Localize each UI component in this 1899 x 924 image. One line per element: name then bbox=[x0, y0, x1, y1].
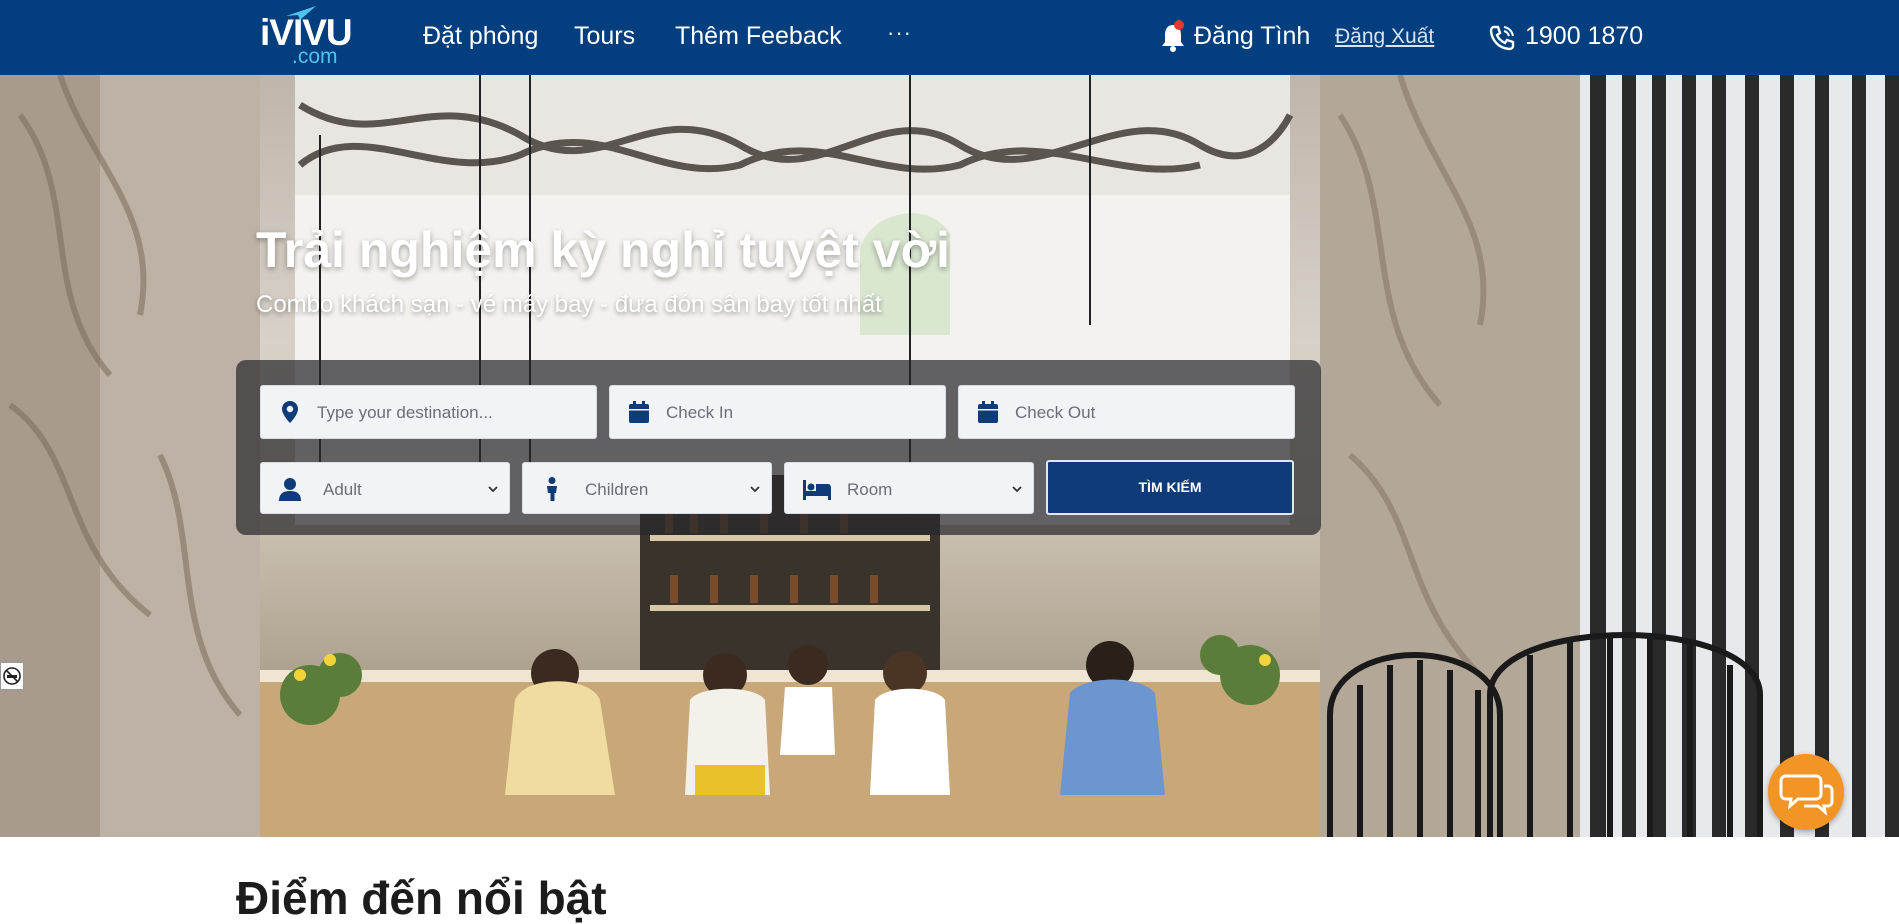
logo-sub-text: .com bbox=[292, 45, 338, 68]
hero-title: Trải nghiệm kỳ nghỉ tuyệt vời bbox=[256, 222, 951, 278]
chat-icon bbox=[1779, 774, 1834, 816]
nav-item-dat-phong[interactable]: Đặt phòng bbox=[423, 22, 538, 51]
logout-link[interactable]: Đăng Xuất bbox=[1335, 25, 1434, 49]
nav-item-feedback[interactable]: Thêm Feeback bbox=[675, 22, 842, 51]
room-select[interactable]: Room bbox=[784, 462, 1034, 514]
chevron-down-icon bbox=[750, 486, 760, 493]
ivivu-logo[interactable]: iVIVU .com bbox=[260, 4, 355, 70]
chevron-down-icon bbox=[488, 486, 498, 493]
destination-placeholder: Type your destination... bbox=[317, 403, 493, 422]
calendar-icon bbox=[629, 401, 649, 423]
top-navbar: iVIVU .com Đặt phòng Tours Thêm Feeback … bbox=[0, 0, 1899, 75]
children-label: Children bbox=[585, 480, 649, 499]
room-label: Room bbox=[847, 480, 893, 499]
check-in-placeholder: Check In bbox=[666, 403, 734, 422]
user-icon bbox=[279, 478, 301, 501]
destination-field[interactable]: Type your destination... bbox=[260, 385, 597, 439]
check-in-field[interactable]: Check In bbox=[609, 385, 946, 439]
children-select[interactable]: Children bbox=[522, 462, 772, 514]
hero-subtitle: Combo khách sạn - vé máy bay - đưa đón s… bbox=[256, 291, 882, 318]
map-marker-icon bbox=[282, 401, 298, 423]
check-out-field[interactable]: Check Out bbox=[958, 385, 1295, 439]
nav-item-tours[interactable]: Tours bbox=[574, 22, 635, 51]
child-icon bbox=[547, 477, 557, 501]
adult-label: Adult bbox=[323, 480, 362, 499]
adult-select[interactable]: Adult bbox=[260, 462, 510, 514]
search-button[interactable]: TÌM KIẾM bbox=[1046, 460, 1294, 515]
bell-icon[interactable] bbox=[1160, 20, 1186, 52]
calendar-icon bbox=[978, 401, 998, 423]
chevron-down-icon bbox=[1012, 486, 1022, 493]
no-smoking-icon bbox=[0, 662, 24, 690]
phone-icon bbox=[1488, 24, 1516, 52]
chat-button[interactable] bbox=[1768, 754, 1844, 830]
hotline-number[interactable]: 1900 1870 bbox=[1525, 22, 1643, 51]
content-section: Ðiểm đến nổi bật bbox=[0, 837, 1899, 921]
bed-icon bbox=[803, 480, 831, 500]
notification-dot bbox=[1174, 20, 1184, 30]
check-out-placeholder: Check Out bbox=[1015, 403, 1096, 422]
section-title: Ðiểm đến nổi bật bbox=[236, 872, 607, 924]
user-name[interactable]: Đăng Tình bbox=[1194, 22, 1310, 51]
nav-more-button[interactable]: ··· bbox=[887, 20, 912, 46]
